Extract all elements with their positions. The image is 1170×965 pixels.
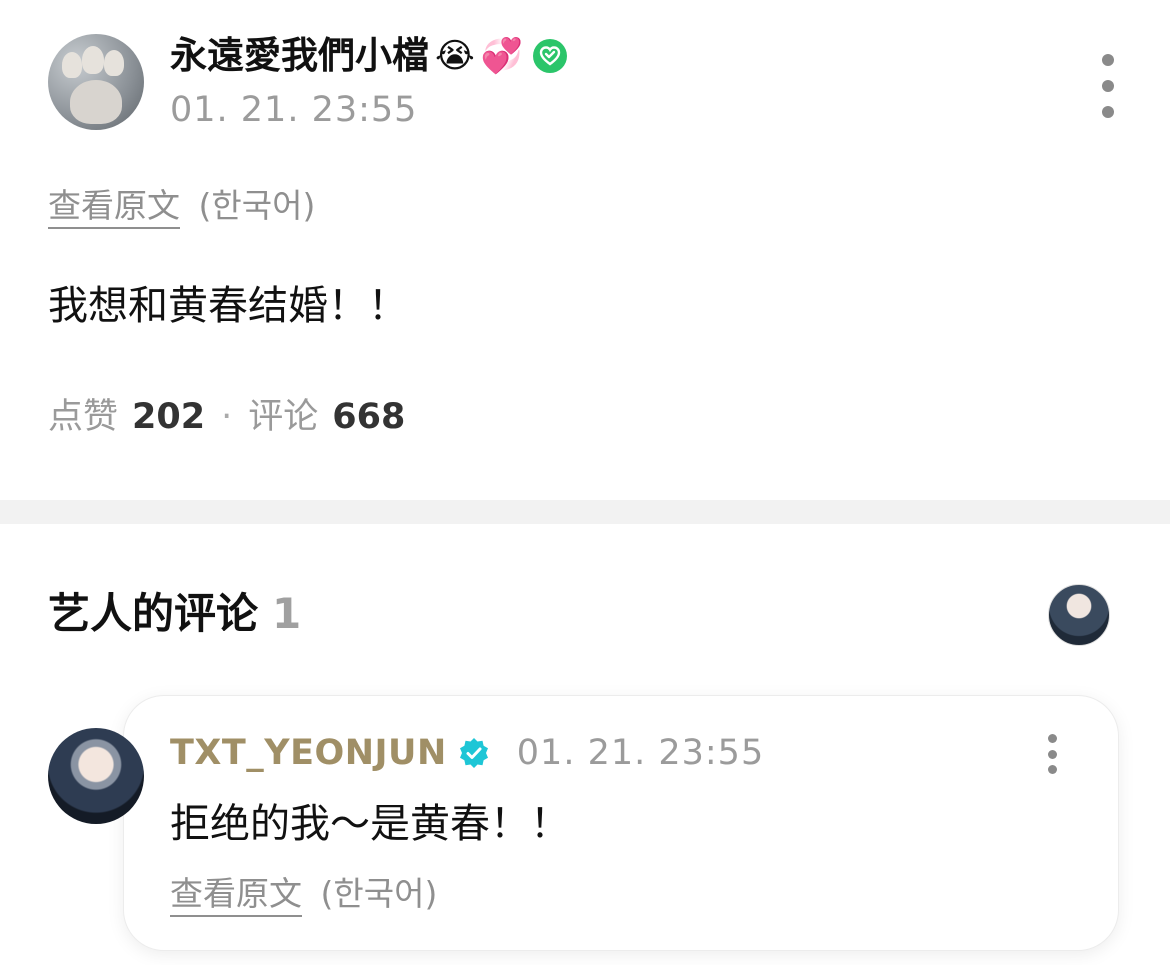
- crying-face-emoji: 😭: [435, 36, 475, 76]
- comment-original-language-label: (한국어): [320, 874, 438, 913]
- author-avatar[interactable]: [48, 34, 144, 130]
- verified-badge-icon: [457, 736, 491, 770]
- artist-comment-card[interactable]: TXT_YEONJUN 01. 21. 23:55 拒绝的我～是黄春！！ 查看原…: [124, 696, 1118, 950]
- author-name-text: 永遠愛我們小檔: [170, 34, 429, 77]
- comment-more-icon[interactable]: [1042, 734, 1062, 774]
- comment-author[interactable]: TXT_YEONJUN: [170, 730, 447, 776]
- view-original-link[interactable]: 查看原文: [48, 186, 180, 229]
- artist-avatar-small[interactable]: [1048, 584, 1110, 646]
- heart-check-icon: [533, 39, 568, 73]
- author-name[interactable]: 永遠愛我們小檔 😭 💞: [170, 34, 568, 78]
- post-header: 永遠愛我們小檔 😭 💞 01. 21. 23:55: [48, 34, 1128, 134]
- post-body: 我想和黄春结婚！！: [48, 283, 408, 329]
- original-language-label: (한국어): [198, 186, 316, 225]
- comments-label[interactable]: 评论: [248, 397, 318, 437]
- artist-comments-count: 1: [272, 589, 302, 638]
- comments-count[interactable]: 668: [332, 397, 405, 437]
- artist-avatar[interactable]: [48, 728, 144, 824]
- post-detail-page: 永遠愛我們小檔 😭 💞 01. 21. 23:55 查看原文 (한국어) 我想和…: [0, 0, 1170, 965]
- likes-label[interactable]: 点赞: [48, 397, 118, 437]
- comment-translate-row: 查看原文 (한국어): [170, 872, 438, 917]
- post-timestamp: 01. 21. 23:55: [170, 90, 418, 130]
- revolving-hearts-emoji: 💞: [480, 36, 524, 76]
- comment-body: 拒绝的我～是黄春！！: [170, 801, 570, 847]
- artist-comments-title: 艺人的评论: [48, 589, 259, 638]
- post-more-icon[interactable]: [1088, 54, 1128, 118]
- likes-count[interactable]: 202: [132, 397, 205, 437]
- comment-header: TXT_YEONJUN 01. 21. 23:55: [170, 730, 764, 776]
- comment-timestamp: 01. 21. 23:55: [516, 733, 765, 773]
- comment-view-original-link[interactable]: 查看原文: [170, 874, 302, 917]
- post-stats: 点赞 202 · 评论 668: [48, 394, 405, 440]
- section-divider: [0, 500, 1170, 524]
- post-translate-row: 查看原文 (한국어): [48, 184, 316, 229]
- artist-comments-header: 艺人的评论 1: [48, 588, 301, 640]
- stat-separator: ·: [221, 397, 233, 437]
